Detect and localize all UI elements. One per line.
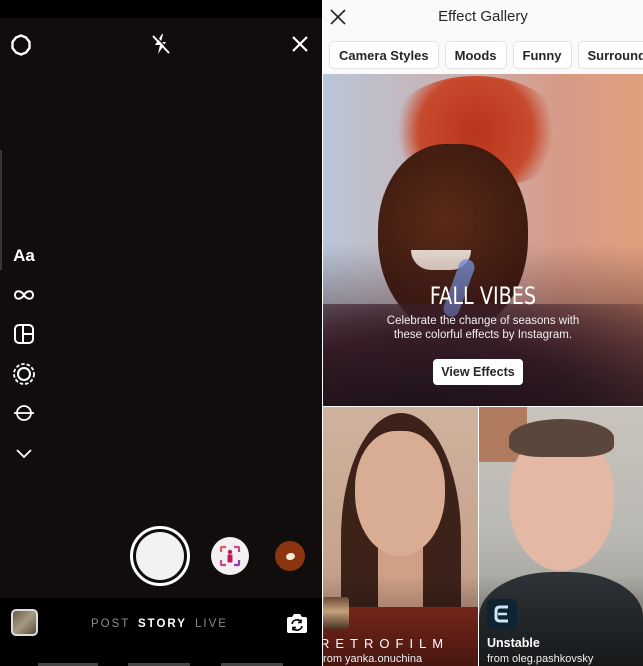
retrofilm-effect-icon (323, 597, 349, 629)
level-icon (14, 405, 34, 421)
effect-creator[interactable]: from yanka.onuchina (323, 653, 422, 665)
effect-preview-face (355, 431, 445, 556)
effect-gallery-screen: Effect Gallery Camera Styles Moods Funny… (323, 0, 643, 666)
flip-camera-button[interactable] (284, 612, 310, 636)
donut-effect-icon (285, 551, 296, 561)
superzoom-button[interactable] (8, 360, 40, 388)
donut-effect-button[interactable] (275, 541, 305, 571)
unstable-glyph-icon (494, 605, 508, 623)
flip-camera-icon (287, 614, 307, 633)
mode-post[interactable]: POST (91, 618, 130, 630)
infinity-icon (13, 290, 35, 300)
effect-name: RETROFILM (323, 636, 450, 651)
create-mode-label: Aa (13, 246, 35, 265)
camera-roll-thumbnail[interactable] (11, 609, 38, 636)
level-button[interactable] (8, 399, 40, 427)
effect-tile-retrofilm[interactable]: RETROFILM from yanka.onuchina (323, 407, 482, 666)
category-surroundings[interactable]: Surroundings (577, 41, 643, 69)
category-moods[interactable]: Moods (444, 41, 507, 69)
unstable-effect-icon (487, 599, 517, 629)
camera-bottom-bar: POST STORY LIVE (0, 598, 322, 666)
create-mode-button[interactable]: Aa (8, 242, 40, 270)
shutter-button[interactable] (130, 526, 190, 586)
category-camera-styles[interactable]: Camera Styles (329, 41, 439, 69)
face-frame-icon (219, 545, 241, 567)
edge-handle (0, 150, 2, 270)
close-icon (292, 36, 308, 52)
page-title: Effect Gallery (438, 8, 528, 25)
status-bar (0, 0, 322, 18)
settings-icon (11, 34, 31, 56)
settings-button[interactable] (8, 32, 34, 58)
dashed-circle-icon (13, 363, 35, 385)
flash-button[interactable] (148, 30, 174, 58)
viewfinder[interactable] (0, 18, 322, 598)
category-tabs: Camera Styles Moods Funny Surroundings (329, 41, 643, 69)
effect-name: Unstable (487, 636, 540, 650)
effect-creator[interactable]: from oleg.pashkovsky (487, 653, 593, 665)
chevron-down-icon (16, 449, 32, 459)
effect-tile-unstable[interactable]: Unstable from oleg.pashkovsky (479, 407, 643, 666)
mode-story[interactable]: STORY (138, 618, 187, 630)
mode-live[interactable]: LIVE (195, 618, 228, 630)
featured-banner[interactable]: FALL VIBES Celebrate the change of seaso… (323, 74, 643, 406)
layout-icon (14, 324, 34, 344)
more-tools-button[interactable] (8, 439, 40, 467)
featured-description-line: Celebrate the change of seasons with (386, 315, 580, 327)
shutter-inner (136, 532, 184, 580)
layout-button[interactable] (8, 320, 40, 348)
close-camera-button[interactable] (288, 32, 312, 56)
boomerang-button[interactable] (8, 281, 40, 309)
face-effect-button[interactable] (211, 537, 249, 575)
screen: Aa POST STORY LIVE Effect Gallery Camera… (0, 0, 643, 666)
effect-preview-hair (509, 419, 614, 457)
featured-description-line: these colorful effects by Instagram. (393, 329, 573, 341)
category-funny[interactable]: Funny (512, 41, 572, 69)
featured-description: Celebrate the change of seasons with the… (323, 314, 643, 342)
featured-title: FALL VIBES (429, 282, 537, 310)
view-effects-button[interactable]: View Effects (433, 359, 523, 385)
camera-screen: Aa POST STORY LIVE (0, 0, 322, 666)
flash-off-icon (152, 34, 171, 54)
